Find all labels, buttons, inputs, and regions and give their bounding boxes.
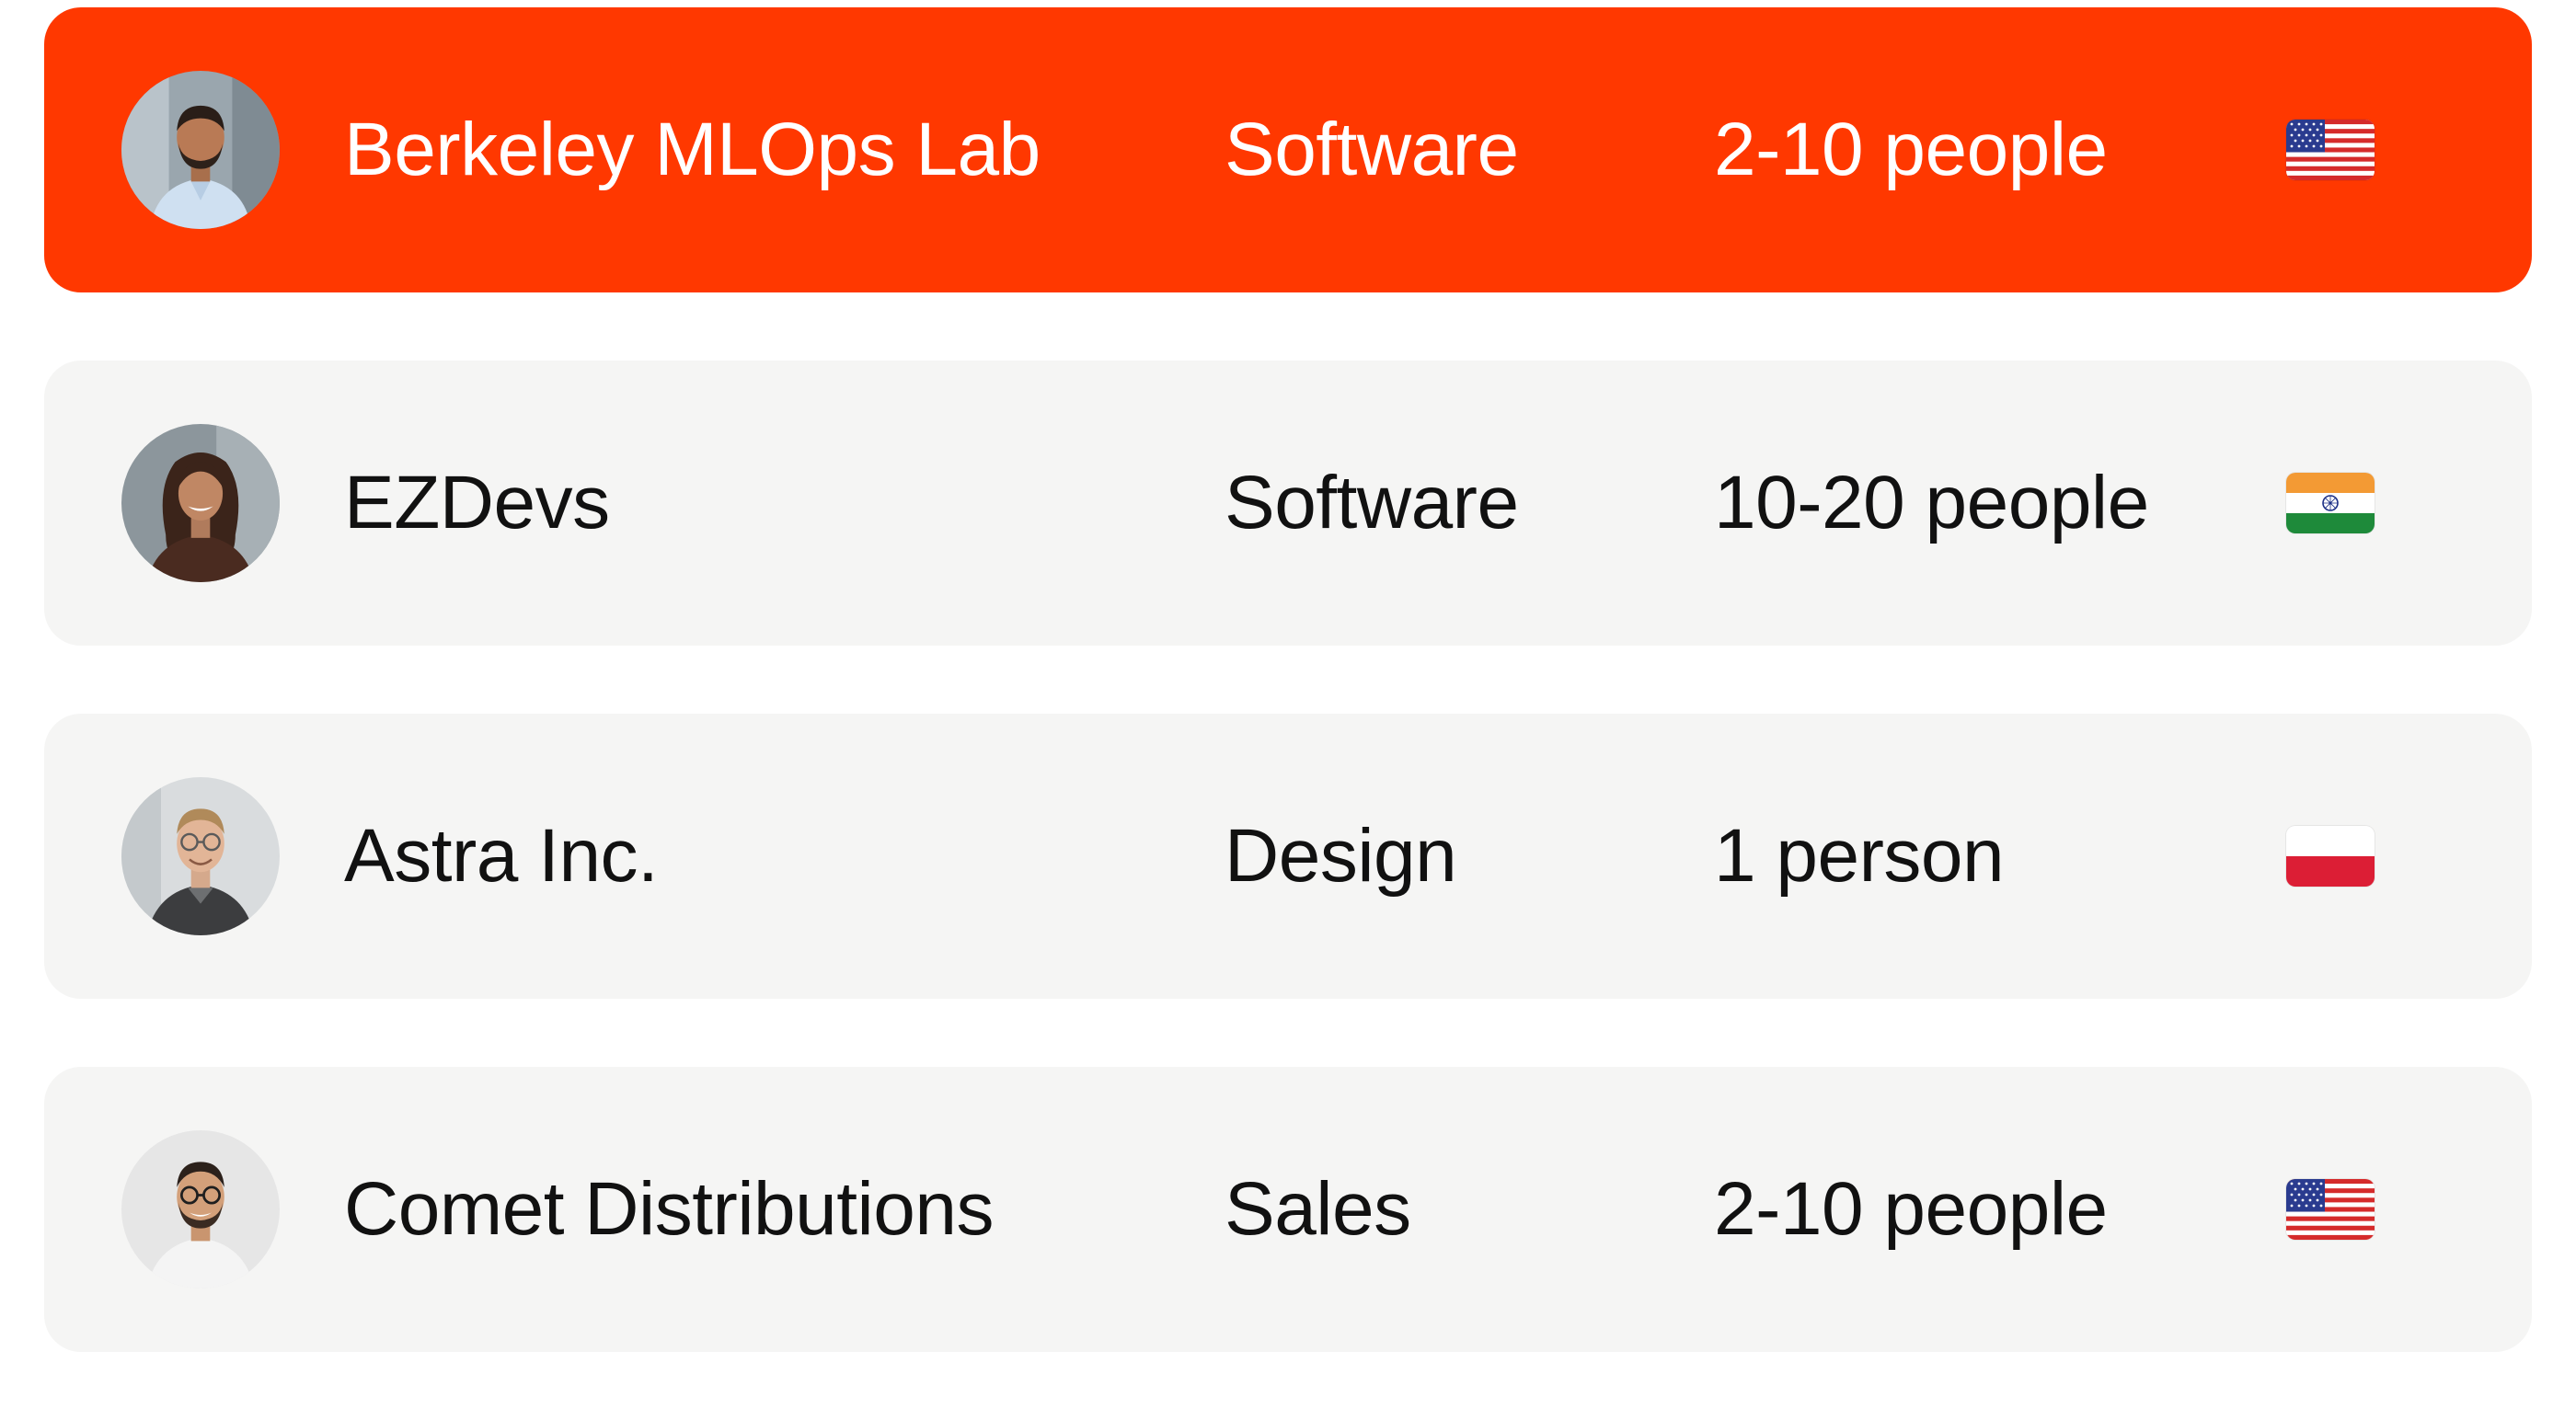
us-flag-icon: [2286, 1179, 2375, 1240]
avatar: [121, 424, 280, 582]
company-row-astra-inc[interactable]: Astra Inc. Design 1 person: [44, 714, 2532, 999]
company-industry: Software: [1225, 461, 1519, 544]
company-size: 2-10 people: [1714, 108, 2108, 191]
company-industry: Design: [1225, 814, 1457, 898]
company-name: Berkeley MLOps Lab: [344, 108, 1041, 191]
us-flag-icon: [2286, 120, 2375, 180]
company-industry: Sales: [1225, 1167, 1411, 1251]
company-size: 2-10 people: [1714, 1167, 2108, 1251]
avatar: [121, 777, 280, 935]
company-name: Astra Inc.: [344, 814, 659, 898]
avatar: [121, 71, 280, 229]
company-row-comet-distributions[interactable]: Comet Distributions Sales 2-10 people: [44, 1067, 2532, 1352]
company-name: EZDevs: [344, 461, 610, 544]
company-row-ezdevs[interactable]: EZDevs Software 10-20 people: [44, 361, 2532, 646]
company-size: 10-20 people: [1714, 461, 2149, 544]
india-flag-icon: [2286, 473, 2375, 533]
avatar: [121, 1130, 280, 1288]
company-list: Berkeley MLOps Lab Software 2-10 people: [44, 7, 2532, 1420]
poland-flag-icon: [2286, 826, 2375, 887]
company-size: 1 person: [1714, 814, 2005, 898]
company-name: Comet Distributions: [344, 1167, 994, 1251]
company-industry: Software: [1225, 108, 1519, 191]
company-row-berkeley-mlops-lab[interactable]: Berkeley MLOps Lab Software 2-10 people: [44, 7, 2532, 292]
